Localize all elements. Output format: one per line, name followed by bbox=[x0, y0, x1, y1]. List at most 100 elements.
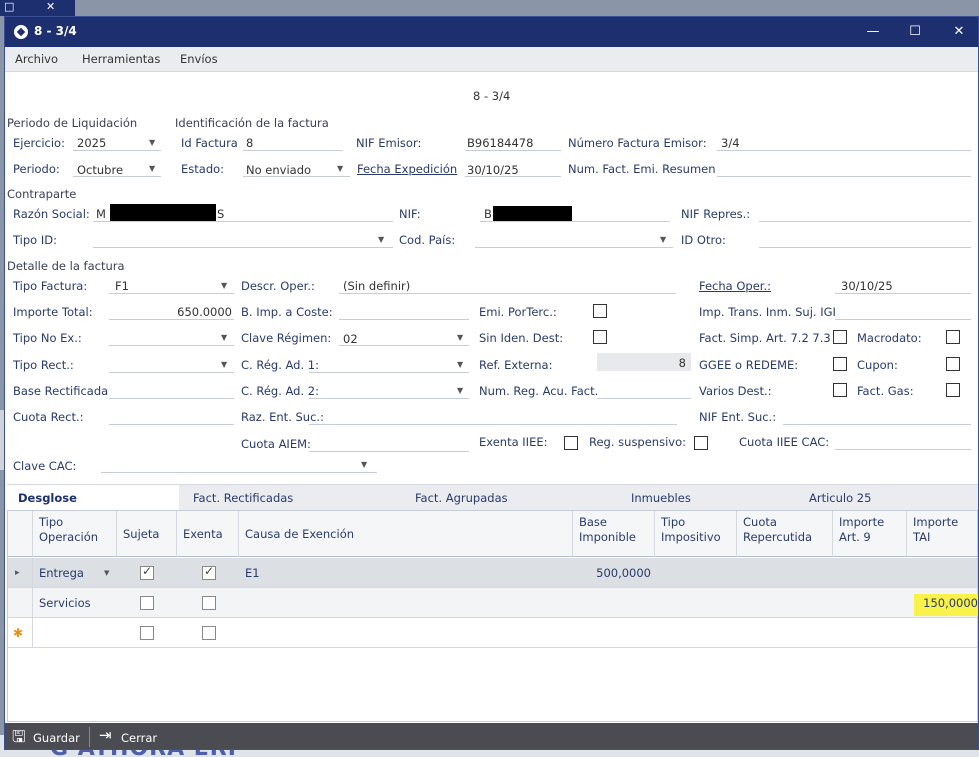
nif-field[interactable]: B bbox=[480, 204, 670, 222]
close-form-button[interactable]: Cerrar bbox=[121, 731, 157, 745]
table-row[interactable]: Servicios 150,0000 bbox=[8, 588, 978, 618]
varios-dest-checkbox[interactable] bbox=[833, 383, 847, 397]
col-cuota-repercutida[interactable]: Cuota Repercutida bbox=[736, 511, 832, 557]
num-fact-emisor-field[interactable]: 3/4 bbox=[717, 133, 971, 151]
row-exenta-checkbox[interactable] bbox=[202, 596, 216, 610]
grid-header: Tipo Operación Sujeta Exenta Causa de Exe… bbox=[8, 511, 977, 557]
cod-pais-select[interactable]: ▼ bbox=[475, 230, 673, 248]
new-row[interactable]: ✱ bbox=[8, 618, 977, 648]
descr-oper-field[interactable]: (Sin definir) bbox=[339, 276, 676, 294]
divider bbox=[89, 727, 90, 747]
fact-gas-checkbox[interactable] bbox=[946, 383, 960, 397]
tab-fact-agrupadas[interactable]: Fact. Agrupadas bbox=[415, 485, 615, 511]
row-base[interactable]: 500,0000 bbox=[594, 558, 651, 588]
nif-repres-field[interactable] bbox=[759, 204, 971, 222]
ggee-checkbox[interactable] bbox=[833, 357, 847, 371]
chevron-down-icon: ▼ bbox=[221, 360, 228, 369]
row-causa[interactable]: E1 bbox=[245, 558, 260, 588]
exenta-iiee-checkbox[interactable] bbox=[564, 436, 578, 450]
id-otro-field[interactable] bbox=[759, 230, 971, 248]
imp-trans-field[interactable] bbox=[835, 302, 971, 320]
estado-label: Estado: bbox=[181, 162, 225, 176]
col-exenta[interactable]: Exenta bbox=[176, 511, 238, 557]
table-row[interactable]: ▸ Entrega ▼ E1 500,0000 bbox=[8, 558, 977, 588]
cupon-checkbox[interactable] bbox=[946, 357, 960, 371]
row-tipo-select[interactable]: Servicios bbox=[39, 588, 91, 618]
col-tipo-operacion[interactable]: Tipo Operación bbox=[32, 511, 116, 557]
num-fact-resumen-field[interactable] bbox=[717, 159, 971, 177]
tab-inmuebles[interactable]: Inmuebles bbox=[631, 485, 781, 511]
num-reg-label: Num. Reg. Acu. Fact. bbox=[479, 384, 599, 398]
row-exenta-checkbox[interactable] bbox=[202, 626, 216, 640]
fecha-oper-label[interactable]: Fecha Oper.: bbox=[699, 279, 771, 293]
section-identificacion: Identificación de la factura bbox=[175, 116, 329, 130]
reg-susp-checkbox[interactable] bbox=[694, 436, 708, 450]
fact-simp-checkbox[interactable] bbox=[833, 330, 847, 344]
cuota-aiem-field[interactable] bbox=[309, 434, 469, 452]
menu-envios[interactable]: Envíos bbox=[180, 52, 218, 66]
fecha-expedicion-field[interactable]: 30/10/25 bbox=[465, 159, 561, 177]
nif-emisor-field[interactable]: B96184478 bbox=[465, 133, 561, 151]
menu-archivo[interactable]: Archivo bbox=[15, 52, 58, 66]
clave-regimen-select[interactable]: 02 ▼ bbox=[339, 328, 469, 346]
row-exenta-checkbox[interactable] bbox=[202, 564, 216, 580]
tab-fact-rectificadas[interactable]: Fact. Rectificadas bbox=[193, 485, 403, 511]
minimize-button[interactable]: — bbox=[858, 21, 888, 43]
estado-select[interactable]: No enviado ▼ bbox=[243, 159, 350, 177]
tipo-id-select[interactable]: ▼ bbox=[93, 230, 393, 248]
razon-social-field[interactable]: M S bbox=[93, 204, 393, 222]
fecha-expedicion-label[interactable]: Fecha Expedición bbox=[357, 162, 457, 176]
periodo-select[interactable]: Octubre ▼ bbox=[73, 159, 161, 177]
close-icon[interactable]: ✕ bbox=[46, 0, 55, 13]
chevron-down-icon: ▼ bbox=[361, 460, 368, 469]
col-tipo-impositivo[interactable]: Tipo Impositivo bbox=[654, 511, 736, 557]
emi-porterc-checkbox[interactable] bbox=[593, 304, 607, 318]
importe-total-field[interactable]: 650.0000 bbox=[109, 302, 234, 320]
nif-ent-field[interactable] bbox=[783, 407, 971, 425]
nif-label: NIF: bbox=[399, 207, 421, 221]
row-sujeta-checkbox[interactable] bbox=[140, 564, 154, 580]
id-factura-field[interactable]: 8 bbox=[243, 133, 343, 151]
raz-ent-field[interactable] bbox=[309, 407, 677, 425]
col-importe-art9[interactable]: Importe Art. 9 bbox=[832, 511, 906, 557]
col-importe-tai[interactable]: Importe TAI bbox=[906, 511, 978, 557]
tipo-rect-select[interactable]: ▼ bbox=[109, 355, 234, 373]
cod-pais-label: Cod. País: bbox=[399, 233, 456, 247]
tab-articulo-25[interactable]: Articulo 25 bbox=[809, 485, 959, 511]
maximize-button[interactable]: ☐ bbox=[900, 21, 930, 43]
macrodato-checkbox[interactable] bbox=[946, 330, 960, 344]
save-button[interactable]: Guardar bbox=[33, 731, 80, 745]
tipo-noex-select[interactable]: ▼ bbox=[109, 328, 234, 346]
creg1-select[interactable]: ▼ bbox=[309, 355, 469, 373]
col-causa-exencion[interactable]: Causa de Exención bbox=[238, 511, 572, 557]
row-sujeta-checkbox[interactable] bbox=[140, 626, 154, 640]
num-reg-field[interactable] bbox=[597, 381, 691, 399]
creg2-select[interactable]: ▼ bbox=[309, 381, 469, 399]
cuota-rect-field[interactable] bbox=[109, 407, 234, 425]
emi-porterc-label: Emi. PorTerc.: bbox=[479, 305, 557, 319]
col-base-imponible[interactable]: Base Imponible bbox=[572, 511, 654, 557]
menu-herramientas[interactable]: Herramientas bbox=[82, 52, 160, 66]
row-tai[interactable]: 150,0000 bbox=[920, 588, 978, 618]
fecha-oper-field[interactable]: 30/10/25 bbox=[835, 276, 971, 294]
clave-cac-select[interactable]: ▼ bbox=[101, 455, 377, 473]
chevron-down-icon: ▼ bbox=[457, 386, 464, 395]
ejercicio-select[interactable]: 2025 ▼ bbox=[73, 133, 161, 151]
chevron-down-icon: ▼ bbox=[221, 281, 228, 290]
restore-icon[interactable]: □ bbox=[4, 0, 14, 13]
cupon-label: Cupon: bbox=[857, 358, 898, 372]
tab-desglose[interactable]: Desglose bbox=[7, 485, 179, 511]
descr-oper-label: Descr. Oper.: bbox=[241, 279, 315, 293]
close-button[interactable]: ✕ bbox=[944, 21, 974, 43]
base-rect-field[interactable] bbox=[109, 381, 234, 399]
row-sujeta-checkbox[interactable] bbox=[140, 596, 154, 610]
chevron-down-icon: ▼ bbox=[337, 164, 344, 173]
sin-iden-checkbox[interactable] bbox=[593, 330, 607, 344]
tipo-factura-select[interactable]: F1 ▼ bbox=[109, 276, 234, 294]
row-tipo-select[interactable]: Entrega bbox=[39, 558, 84, 588]
bimp-coste-field[interactable] bbox=[339, 302, 469, 320]
col-sujeta[interactable]: Sujeta bbox=[116, 511, 176, 557]
creg2-label: C. Rég. Ad. 2: bbox=[241, 384, 319, 398]
cuota-iiee-field[interactable] bbox=[835, 432, 971, 450]
ref-externa-field[interactable]: 8 bbox=[597, 353, 691, 371]
